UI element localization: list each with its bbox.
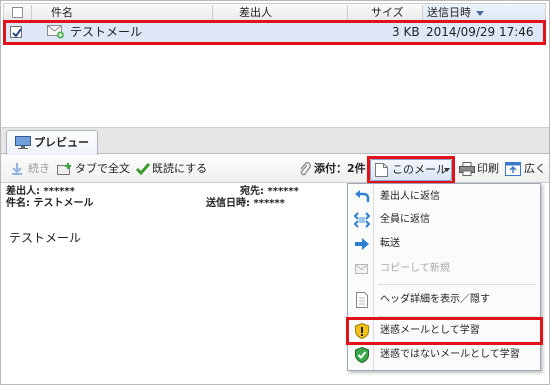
reply-all-icon: [354, 212, 370, 228]
forward-icon: [355, 238, 369, 250]
sent-label: 送信日時:: [206, 198, 250, 209]
reply-icon: [355, 190, 370, 202]
menu-item-reply-all-label: 全員に返信: [380, 214, 430, 225]
header-from: 差出人: ******: [6, 186, 75, 198]
print-label: 印刷: [477, 162, 499, 175]
sent-value: ******: [253, 198, 285, 209]
column-sent-datetime[interactable]: 送信日時: [423, 4, 545, 21]
checkmark-icon: [136, 163, 150, 176]
select-all-checkbox[interactable]: [12, 7, 23, 18]
expand-label: 広く: [524, 162, 546, 175]
column-divider: [31, 5, 32, 20]
expand-button[interactable]: 広く: [505, 155, 547, 183]
menu-separator: [378, 284, 536, 285]
header-to: 宛先: ******: [240, 186, 299, 198]
continue-label: 続き: [28, 162, 50, 175]
menu-item-reply[interactable]: 差出人に返信: [348, 186, 540, 208]
column-sender[interactable]: 差出人: [239, 4, 272, 21]
column-size[interactable]: サイズ: [371, 4, 404, 21]
highlight-selected-row: [3, 20, 546, 45]
print-button[interactable]: 印刷: [459, 155, 499, 183]
to-label: 宛先:: [240, 186, 264, 197]
menu-item-forward[interactable]: 転送: [348, 233, 540, 255]
full-text-in-tab-label: タブで全文: [75, 162, 130, 175]
subject-value: テストメール: [33, 198, 94, 209]
menu-item-reply-all[interactable]: 全員に返信: [348, 209, 540, 231]
monitor-icon: [15, 136, 31, 149]
mark-as-read-button[interactable]: 既読にする: [136, 155, 211, 183]
attachments-label: 添付：2件: [314, 162, 366, 175]
subject-label: 件名:: [6, 198, 30, 209]
paperclip-icon: [300, 162, 311, 176]
download-arrow-icon: [12, 163, 22, 175]
column-divider: [212, 5, 213, 20]
menu-item-toggle-header-details-label: ヘッダ詳細を表示／隠す: [380, 294, 490, 305]
highlight-learn-as-spam: [346, 317, 543, 345]
menu-item-toggle-header-details[interactable]: ヘッダ詳細を表示／隠す: [348, 289, 540, 311]
column-subject[interactable]: 件名: [51, 4, 73, 21]
continue-button[interactable]: 続き: [10, 155, 50, 183]
column-divider: [347, 5, 348, 20]
attachments-button[interactable]: 添付：2件: [299, 155, 367, 183]
menu-item-learn-as-not-spam[interactable]: 迷惑ではないメールとして学習: [348, 344, 540, 366]
menu-item-reply-label: 差出人に返信: [380, 191, 440, 202]
tab-preview-label: プレビュー: [34, 136, 89, 149]
full-text-in-tab-button[interactable]: タブで全文: [57, 155, 130, 183]
from-value: ******: [43, 186, 75, 197]
printer-icon: [459, 162, 475, 176]
sort-descending-icon: [476, 10, 484, 16]
column-sent-datetime-label: 送信日時: [427, 6, 471, 19]
header-subject: 件名: テストメール: [6, 198, 93, 210]
from-label: 差出人:: [6, 186, 40, 197]
menu-item-copy-new-label: コピーして新規: [380, 263, 450, 274]
highlight-this-mail-button: [367, 156, 455, 184]
to-value: ******: [267, 186, 299, 197]
expand-window-icon: [505, 162, 521, 176]
mark-as-read-label: 既読にする: [152, 162, 208, 175]
copy-new-icon: [355, 264, 368, 274]
mail-body: テストメール: [9, 231, 82, 245]
menu-item-copy-new[interactable]: コピーして新規: [348, 258, 540, 280]
menu-item-learn-as-not-spam-label: 迷惑ではないメールとして学習: [380, 349, 520, 360]
preview-toolbar: 続き タブで全文 既読にする 添付：2件 印刷 広く: [1, 155, 549, 183]
tab-preview[interactable]: プレビュー: [6, 130, 98, 155]
header-sent: 送信日時: ******: [206, 198, 285, 210]
new-tab-icon: [57, 163, 71, 175]
not-spam-shield-icon: [355, 347, 369, 363]
menu-item-forward-label: 転送: [380, 238, 400, 249]
document-icon: [356, 292, 368, 308]
